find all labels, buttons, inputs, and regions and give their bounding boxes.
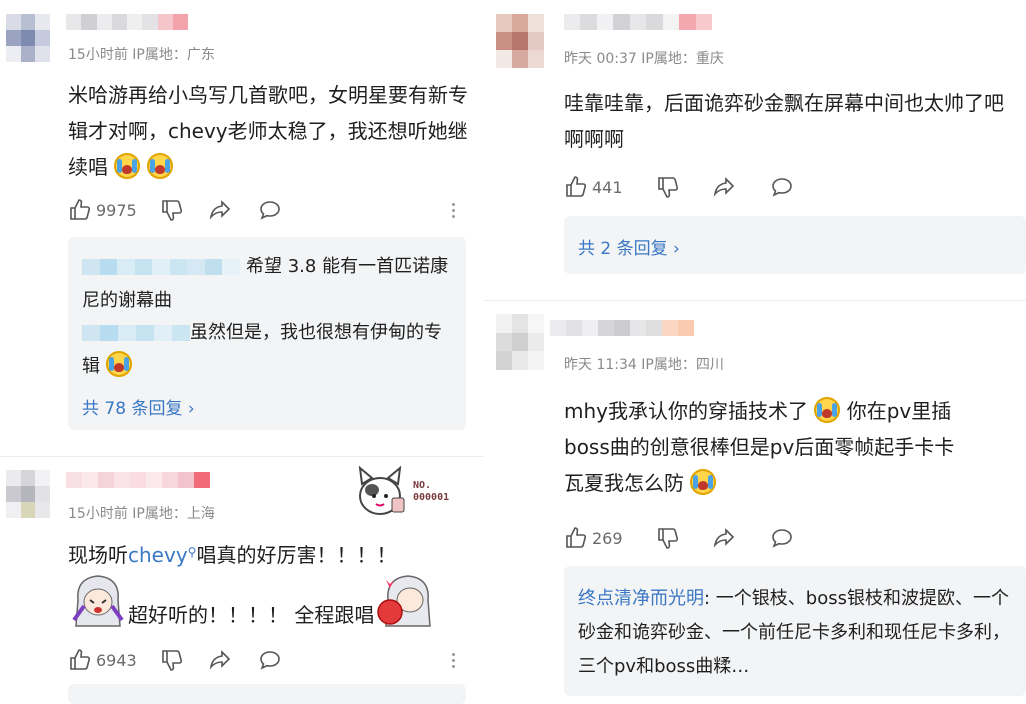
dislike-button[interactable]	[656, 524, 680, 552]
username-blurred[interactable]	[550, 320, 694, 336]
reply-button[interactable]	[258, 196, 282, 224]
reply-button[interactable]	[258, 646, 282, 674]
reply-button[interactable]	[770, 173, 794, 201]
sticker-text: 超好听的！！！！ 全程跟唱	[128, 603, 375, 627]
crying-emoji-icon	[690, 469, 717, 495]
right-column: 昨天 00:37 IP属地：重庆 哇靠哇靠，后面诡弈砂金飘在屏幕中间也太帅了吧啊…	[484, 0, 1026, 696]
reply-section: 希望 3.8 能有一首匹诺康尼的谢幕曲 虽然但是，我也很想有伊甸的专辑 共 78…	[68, 237, 466, 430]
like-count: 441	[592, 177, 623, 197]
comment-text: 哇靠哇靠，后面诡弈砂金飘在屏幕中间也太帅了吧啊啊啊	[564, 91, 1004, 151]
view-replies-link[interactable]: 共 2 条回复 ›	[578, 234, 680, 259]
divider	[0, 456, 484, 457]
comment-text-content: 你在pv里插	[846, 399, 952, 423]
thumb-down-icon	[658, 528, 679, 549]
search-link[interactable]: chevy	[128, 543, 188, 567]
reply-section: 终点清净而光明: 一个银枝、boss银枝和波提欧、一个砂金和诡弈砂金、一个前任尼…	[564, 566, 1026, 696]
timestamp: 昨天 00:37 IP属地：重庆	[564, 51, 724, 67]
thumb-up-icon	[566, 527, 587, 548]
dislike-button[interactable]	[160, 646, 184, 674]
comment-line: boss曲的创意很棒但是pv后面零帧起手卡卡	[564, 435, 955, 459]
thumb-down-icon	[658, 177, 679, 198]
badge: NO. 000001	[413, 480, 450, 503]
action-bar: 6943	[68, 646, 468, 674]
reply-author-link[interactable]: 终点清净而光明	[578, 588, 704, 609]
comment-icon	[260, 201, 280, 220]
comment-text-content: 唱真的好厉害！！！！	[196, 543, 397, 567]
reply-text: 希望 3.8 能有一首匹诺康尼的谢幕曲	[82, 256, 449, 311]
share-icon	[713, 177, 735, 197]
crying-emoji-icon	[814, 397, 841, 423]
reply-text: 虽然但是，我也很想有伊甸的专辑	[82, 316, 452, 384]
action-bar: 9975	[68, 196, 468, 224]
thumb-up-icon	[566, 176, 587, 197]
comment-text-content: 现场听	[68, 543, 128, 567]
share-button[interactable]	[712, 173, 736, 201]
share-button[interactable]	[208, 646, 232, 674]
comment-text-content: 瓦夏我怎么防	[564, 471, 684, 495]
dislike-button[interactable]	[656, 173, 680, 201]
comment-text: mhy我承认你的穿插技术了 你在pv里插 boss曲的创意很棒但是pv后面零帧起…	[564, 393, 1024, 501]
divider	[484, 300, 1026, 301]
thumb-up-icon	[70, 199, 91, 220]
action-bar: 269	[564, 524, 1020, 552]
view-replies-link[interactable]: 共 78 条回复 ›	[82, 394, 195, 419]
cat-sticker	[352, 462, 408, 520]
timestamp: 昨天 11:34 IP属地：四川	[564, 357, 724, 373]
like-count: 9975	[96, 200, 137, 220]
avatar[interactable]	[496, 314, 544, 370]
comment-text-content: mhy我承认你的穿插技术了	[564, 399, 808, 423]
avatar[interactable]	[6, 470, 50, 518]
avatar[interactable]	[496, 14, 544, 68]
thumb-down-icon	[162, 200, 183, 221]
comment-text: 现场听chevy⚲唱真的好厉害！！！！	[68, 534, 468, 573]
share-button[interactable]	[712, 524, 736, 552]
crying-emoji-icon	[146, 153, 173, 179]
share-button[interactable]	[208, 196, 232, 224]
action-bar: 441	[564, 173, 1020, 201]
reply-button[interactable]	[770, 524, 794, 552]
avatar[interactable]	[6, 14, 50, 62]
comment-icon	[772, 529, 792, 548]
username-blurred[interactable]	[66, 14, 188, 30]
like-button[interactable]: 6943	[68, 646, 137, 674]
crying-emoji-icon	[105, 351, 132, 377]
left-column: 15小时前 IP属地：广东 米哈游再给小鸟写几首歌吧，女明星要有新专辑才对啊，c…	[0, 0, 484, 704]
comment-line: 瓦夏我怎么防	[564, 465, 1024, 501]
more-options-button[interactable]	[452, 200, 456, 221]
character-sticker	[70, 570, 126, 628]
username-blurred[interactable]	[66, 472, 210, 488]
like-count: 6943	[96, 650, 137, 670]
share-icon	[713, 528, 735, 548]
share-icon	[209, 650, 231, 670]
more-options-button[interactable]	[452, 650, 456, 671]
dislike-button[interactable]	[160, 196, 184, 224]
share-icon	[209, 200, 231, 220]
like-count: 269	[592, 528, 623, 548]
reply-section: 共 2 条回复 ›	[564, 216, 1026, 274]
comment-line: mhy我承认你的穿插技术了 你在pv里插	[564, 393, 1024, 429]
thumb-down-icon	[162, 650, 183, 671]
comment-icon	[772, 178, 792, 197]
crying-emoji-icon	[114, 153, 141, 179]
like-button[interactable]: 441	[564, 173, 623, 201]
like-button[interactable]: 9975	[68, 196, 137, 224]
comment-text: 米哈游再给小鸟写几首歌吧，女明星要有新专辑才对啊，chevy老师太稳了，我还想听…	[68, 77, 468, 185]
comment-icon	[260, 651, 280, 670]
thumb-up-icon	[70, 649, 91, 670]
character-apple-sticker	[376, 570, 434, 628]
username-blurred[interactable]	[564, 14, 712, 30]
timestamp: 15小时前 IP属地：广东	[68, 47, 215, 63]
reply-section	[68, 684, 466, 704]
reply-text-content: 虽然但是，我也很想有伊甸的专辑	[82, 322, 442, 377]
like-button[interactable]: 269	[564, 524, 623, 552]
reply-text: 终点清净而光明: 一个银枝、boss银枝和波提欧、一个砂金和诡弈砂金、一个前任尼…	[578, 582, 1014, 684]
timestamp: 15小时前 IP属地：上海	[68, 506, 215, 522]
